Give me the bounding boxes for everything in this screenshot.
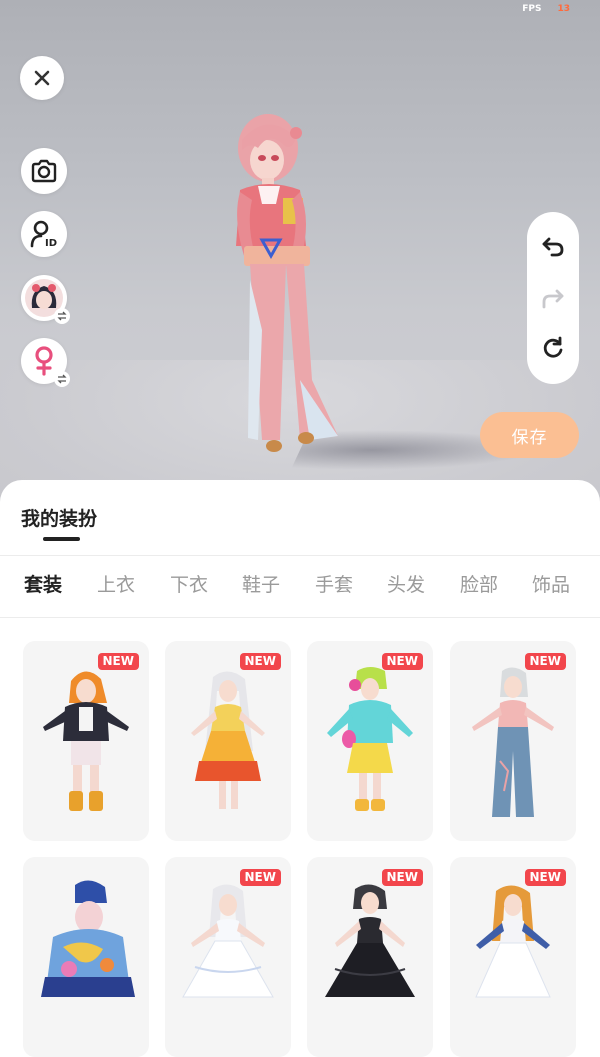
outfit-card[interactable]: NEW xyxy=(23,641,149,841)
reset-button[interactable] xyxy=(527,326,579,370)
outfit-sheet: 我的装扮 套装 上衣 下衣 鞋子 手套 头发 脸部 饰品 NEW NEW NEW… xyxy=(0,480,600,1057)
outfit-thumbnail xyxy=(41,880,135,997)
outfit-card[interactable]: NEW xyxy=(165,641,291,841)
outfit-card[interactable]: NEW xyxy=(450,857,576,1057)
swap-badge xyxy=(54,371,70,387)
tab-shoes[interactable]: 鞋子 xyxy=(242,570,280,597)
person-id-icon: ID xyxy=(30,220,58,249)
tab-bottom[interactable]: 下衣 xyxy=(170,570,208,597)
swap-icon xyxy=(57,311,67,321)
new-badge: NEW xyxy=(239,869,281,886)
outfit-thumbnail xyxy=(43,671,129,811)
reset-icon xyxy=(543,336,563,358)
save-button[interactable]: 保存 xyxy=(480,412,579,458)
divider xyxy=(0,617,600,618)
divider xyxy=(0,555,600,556)
swap-icon xyxy=(57,374,67,384)
outfit-thumbnail xyxy=(472,667,554,817)
outfit-card[interactable]: NEW xyxy=(165,857,291,1057)
outfit-thumbnail xyxy=(325,884,415,997)
fps-label: FPS xyxy=(522,4,542,14)
tab-outfit[interactable]: 套装 xyxy=(24,570,62,597)
outfit-card[interactable] xyxy=(23,857,149,1057)
tab-face[interactable]: 脸部 xyxy=(460,570,498,597)
switch-gender-button[interactable] xyxy=(21,338,70,387)
camera-button[interactable] xyxy=(21,148,67,194)
close-icon xyxy=(34,70,50,86)
title-underline xyxy=(43,537,80,541)
outfit-thumbnail xyxy=(182,884,274,998)
undo-button[interactable] xyxy=(527,224,579,268)
new-badge: NEW xyxy=(381,869,423,886)
tab-top[interactable]: 上衣 xyxy=(97,570,135,597)
new-badge: NEW xyxy=(524,869,566,886)
svg-text:ID: ID xyxy=(45,238,57,249)
outfit-card[interactable]: NEW xyxy=(307,857,433,1057)
sheet-title: 我的装扮 xyxy=(21,508,98,530)
redo-button[interactable] xyxy=(527,276,579,320)
tab-hair[interactable]: 头发 xyxy=(387,570,425,597)
fps-counter: FPS 13 xyxy=(522,4,570,14)
avatar-viewport[interactable]: FPS 13 ID 保存 xyxy=(0,0,600,520)
redo-icon xyxy=(542,289,564,309)
outfit-thumbnail xyxy=(475,885,551,998)
close-button[interactable] xyxy=(20,56,64,100)
outfit-card[interactable]: NEW xyxy=(307,641,433,841)
avatar-id-button[interactable]: ID xyxy=(21,211,67,257)
outfit-card[interactable]: NEW xyxy=(450,641,576,841)
outfit-thumbnail xyxy=(191,671,265,809)
new-badge: NEW xyxy=(524,653,566,670)
new-badge: NEW xyxy=(97,653,139,670)
camera-icon xyxy=(31,159,57,183)
new-badge: NEW xyxy=(239,653,281,670)
category-tabs: 套装 上衣 下衣 鞋子 手套 头发 脸部 饰品 xyxy=(0,570,600,600)
switch-character-button[interactable] xyxy=(21,275,70,324)
female-icon xyxy=(35,346,53,376)
undo-icon xyxy=(542,237,564,257)
history-controls xyxy=(527,212,579,384)
outfit-thumbnail xyxy=(327,667,413,811)
tab-accessories[interactable]: 饰品 xyxy=(532,570,570,597)
new-badge: NEW xyxy=(381,653,423,670)
swap-badge xyxy=(54,308,70,324)
tab-gloves[interactable]: 手套 xyxy=(315,570,353,597)
fps-value: 13 xyxy=(557,4,570,14)
